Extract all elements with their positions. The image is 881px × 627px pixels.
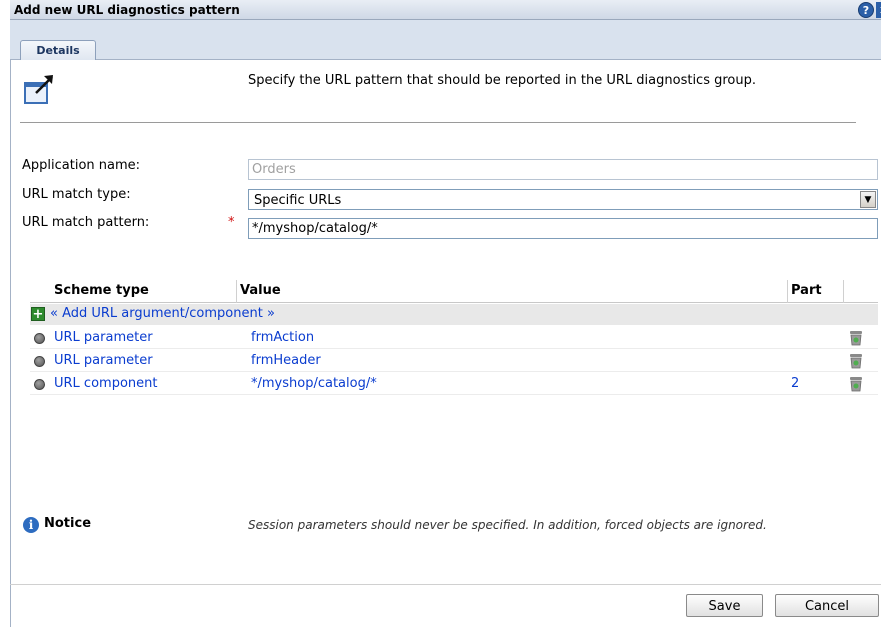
trash-icon[interactable] [849, 353, 863, 369]
application-name-label: Application name: [22, 158, 141, 173]
chevron-down-icon[interactable]: ▼ [860, 191, 876, 208]
url-pattern-icon [24, 75, 53, 104]
required-marker: * [228, 215, 235, 230]
value-cell[interactable]: frmAction [251, 330, 314, 345]
url-match-pattern-label: URL match pattern: [22, 215, 150, 230]
url-match-type-select[interactable]: Specific URLs ▼ [248, 189, 878, 210]
dialog-titlebar: Add new URL diagnostics pattern ? x [10, 0, 881, 20]
trash-icon[interactable] [849, 330, 863, 346]
dialog-title: Add new URL diagnostics pattern [14, 3, 240, 17]
part-cell: 2 [791, 376, 800, 391]
table-row[interactable]: URL component */myshop/catalog/* 2 [30, 373, 878, 395]
tab-strip [10, 20, 881, 60]
tab-details[interactable]: Details [20, 40, 96, 61]
add-url-argument-row[interactable]: + « Add URL argument/component » [30, 304, 878, 325]
scheme-type-cell[interactable]: URL component [54, 376, 157, 391]
col-value[interactable]: Value [240, 283, 281, 298]
col-part[interactable]: Part [791, 283, 822, 298]
scheme-type-cell[interactable]: URL parameter [54, 330, 153, 345]
dialog: Add new URL diagnostics pattern ? x Deta… [0, 0, 881, 627]
notice-label: Notice [44, 516, 92, 531]
value-cell[interactable]: frmHeader [251, 353, 321, 368]
value-cell[interactable]: */myshop/catalog/* [251, 376, 377, 391]
url-match-pattern-field[interactable] [248, 218, 878, 239]
col-separator [787, 280, 788, 303]
table-header: Scheme type Value Part [30, 280, 878, 303]
trash-icon[interactable] [849, 376, 863, 392]
add-icon[interactable]: + [31, 307, 45, 321]
cancel-button[interactable]: Cancel [775, 594, 879, 617]
col-separator [843, 280, 844, 303]
dialog-description: Specify the URL pattern that should be r… [248, 73, 756, 88]
help-icon[interactable]: ? [858, 2, 874, 18]
add-url-argument-link[interactable]: « Add URL argument/component » [50, 306, 275, 321]
col-scheme-type[interactable]: Scheme type [54, 283, 149, 298]
row-radio[interactable] [34, 379, 45, 390]
scheme-type-cell[interactable]: URL parameter [54, 353, 153, 368]
table-row[interactable]: URL parameter frmHeader [30, 350, 878, 372]
url-match-type-value: Specific URLs [254, 193, 342, 208]
application-name-field [248, 159, 878, 180]
url-match-type-label: URL match type: [22, 187, 131, 202]
row-radio[interactable] [34, 356, 45, 367]
divider [20, 122, 856, 123]
save-button[interactable]: Save [686, 594, 763, 617]
footer-divider [10, 584, 881, 585]
row-radio[interactable] [34, 333, 45, 344]
info-icon: i [23, 517, 39, 533]
table-row[interactable]: URL parameter frmAction [30, 327, 878, 349]
notice-text: Session parameters should never be speci… [248, 518, 767, 532]
col-separator [236, 280, 237, 303]
close-icon[interactable]: x [876, 2, 881, 18]
